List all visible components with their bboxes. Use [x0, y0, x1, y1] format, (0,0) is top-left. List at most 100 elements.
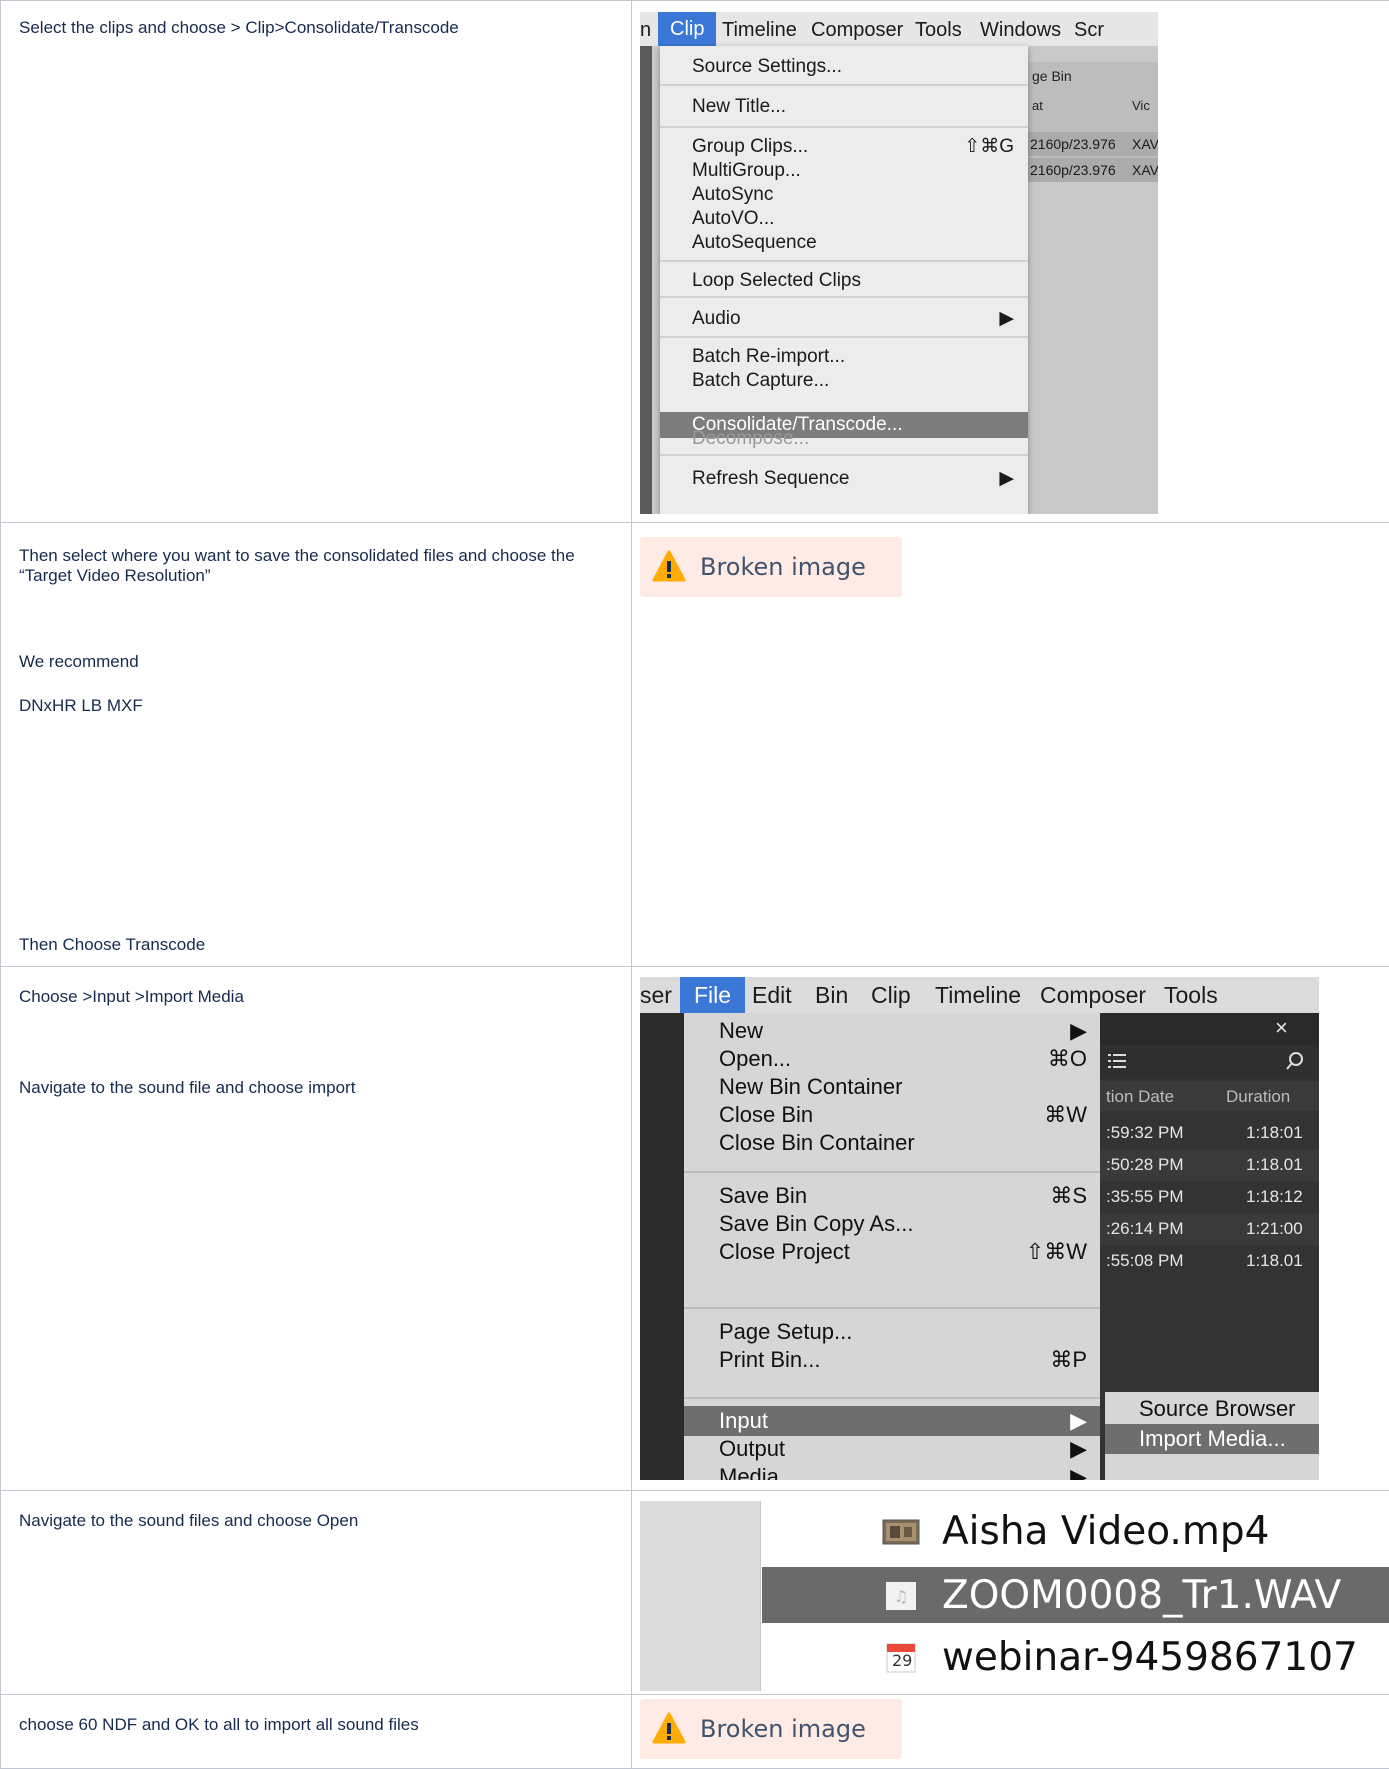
- bin-search-bar: [1100, 1045, 1319, 1079]
- menu-item-print-bin[interactable]: Print Bin...⌘P: [719, 1345, 1091, 1375]
- menu-item-batch-capture[interactable]: Batch Capture...: [692, 368, 1022, 394]
- menu-item-label: AutoSync: [692, 184, 773, 205]
- menu-item-save-bin-copy-as[interactable]: Save Bin Copy As...: [719, 1209, 1091, 1239]
- menu-item-close-bin-container[interactable]: Close Bin Container: [719, 1128, 1091, 1158]
- audio-file-icon: ♫: [882, 1581, 920, 1611]
- menu-bar-item-timeline[interactable]: Timeline: [722, 19, 797, 42]
- menu-item-source-browser[interactable]: Source Browser: [1139, 1394, 1296, 1424]
- menu-bar-item[interactable]: Scr: [1074, 19, 1104, 42]
- menu-bar-item[interactable]: n: [640, 19, 651, 42]
- menu-item-batch-reimport[interactable]: Batch Re-import...: [692, 344, 1022, 370]
- menu-separator: [660, 84, 1028, 86]
- submenu-arrow-icon: ▶: [999, 306, 1014, 332]
- step-text: Then Choose Transcode: [19, 935, 205, 955]
- bin-row[interactable]: :35:55 PM 1:18:12: [1100, 1181, 1319, 1213]
- list-view-icon[interactable]: [1108, 1053, 1126, 1069]
- menu-item-open[interactable]: Open...⌘O: [719, 1044, 1091, 1074]
- menu-separator: [660, 296, 1028, 298]
- file-row-selected[interactable]: ♫ ZOOM0008_Tr1.WAV: [762, 1567, 1389, 1623]
- bin-cell: 2160p/23.976: [1030, 162, 1116, 178]
- menu-item-autovo[interactable]: AutoVO...: [692, 206, 1022, 232]
- menu-item-autosync[interactable]: AutoSync: [692, 182, 1022, 208]
- menu-bar-item-tools[interactable]: Tools: [1164, 982, 1218, 1009]
- menu-item-label: Print Bin...: [719, 1347, 820, 1372]
- bin-cell: :59:32 PM: [1106, 1123, 1184, 1143]
- menu-separator: [660, 454, 1028, 456]
- bin-row[interactable]: :50:28 PM 1:18.01: [1100, 1149, 1319, 1181]
- menu-item-label: Source Settings...: [692, 56, 842, 77]
- menu-bar-item-clip[interactable]: Clip: [871, 982, 911, 1009]
- menu-item-save-bin[interactable]: Save Bin⌘S: [719, 1181, 1091, 1211]
- submenu-arrow-icon: ▶: [1070, 1016, 1087, 1046]
- menu-item-audio[interactable]: Audio▶: [692, 306, 1022, 332]
- menu-bar-item-timeline[interactable]: Timeline: [935, 982, 1021, 1009]
- bin-row[interactable]: 2160p/23.976 XAV: [1028, 158, 1158, 182]
- menu-item-label: AutoSequence: [692, 232, 817, 253]
- menu-item-refresh-sequence[interactable]: Refresh Sequence▶: [692, 466, 1022, 492]
- file-row[interactable]: Aisha Video.mp4: [762, 1503, 1389, 1559]
- calendar-file-icon: 29: [882, 1643, 920, 1673]
- menu-item-label: Output: [719, 1436, 785, 1461]
- instruction-cell: Choose >Input >Import Media Navigate to …: [1, 967, 632, 1491]
- column-header[interactable]: Duration: [1226, 1087, 1290, 1107]
- bin-header-row: tion Date Duration: [1100, 1081, 1319, 1111]
- menu-item-label: Save Bin Copy As...: [719, 1211, 913, 1236]
- step-text: Choose >Input >Import Media: [19, 987, 244, 1007]
- menu-bar-item[interactable]: ser: [640, 982, 672, 1009]
- menu-item-new-bin-container[interactable]: New Bin Container: [719, 1072, 1091, 1102]
- menu-item-source-settings[interactable]: Source Settings...: [692, 54, 1022, 80]
- menu-item-input[interactable]: Input▶: [719, 1406, 1091, 1436]
- menu-separator: [660, 126, 1028, 128]
- codec-text: DNxHR LB MXF: [19, 696, 143, 716]
- menu-item-label: New Bin Container: [719, 1074, 902, 1099]
- menu-item-label: Decompose...: [692, 428, 809, 449]
- menu-item-autosequence[interactable]: AutoSequence: [692, 230, 1022, 256]
- menu-bar-item-windows[interactable]: Windows: [980, 19, 1061, 42]
- search-icon[interactable]: [1285, 1051, 1305, 1071]
- bin-row[interactable]: :59:32 PM 1:18:01: [1100, 1117, 1319, 1149]
- menu-bar-item-edit[interactable]: Edit: [752, 982, 792, 1009]
- menu-item-label: Input: [719, 1408, 768, 1433]
- menu-item-label: Close Project: [719, 1239, 850, 1264]
- menu-bar-item-composer[interactable]: Composer: [1040, 982, 1146, 1009]
- bin-column-header: at: [1032, 98, 1043, 113]
- menu-bar: n Clip Timeline Composer Tools Windows S…: [640, 12, 1158, 46]
- broken-image-placeholder: Broken image: [640, 537, 902, 597]
- menu-item-decompose: Decompose...: [692, 426, 1022, 452]
- menu-item-close-project[interactable]: Close Project⇧⌘W: [719, 1237, 1091, 1267]
- file-menu-screenshot: × tion Date Duration :59:32 PM 1:18:01 :…: [640, 977, 1319, 1480]
- bin-row[interactable]: :55:08 PM 1:18.01: [1100, 1245, 1319, 1277]
- menu-bar-item-composer[interactable]: Composer: [811, 19, 903, 42]
- bin-row[interactable]: :26:14 PM 1:21:00: [1100, 1213, 1319, 1245]
- file-row[interactable]: 29 webinar-9459867107: [762, 1629, 1389, 1685]
- bin-cell: 1:18.01: [1246, 1251, 1303, 1271]
- menu-item-multigroup[interactable]: MultiGroup...: [692, 158, 1022, 184]
- menu-bar: ser File Edit Bin Clip Timeline Composer…: [640, 977, 1319, 1013]
- menu-item-page-setup[interactable]: Page Setup...: [719, 1317, 1091, 1347]
- menu-bar-item-clip[interactable]: Clip: [658, 12, 716, 46]
- menu-item-media[interactable]: Media▶: [719, 1462, 1091, 1480]
- instruction-cell: Then select where you want to save the c…: [1, 523, 632, 967]
- menu-item-output[interactable]: Output ▶: [719, 1434, 1091, 1464]
- menu-item-label: Save Bin: [719, 1183, 807, 1208]
- close-icon[interactable]: ×: [1275, 1015, 1288, 1041]
- menu-bar-item-file[interactable]: File: [680, 977, 745, 1013]
- column-header[interactable]: tion Date: [1106, 1087, 1174, 1107]
- menu-shortcut: ⇧⌘G: [964, 134, 1014, 160]
- bin-cell: 2160p/23.976: [1030, 136, 1116, 152]
- menu-item-new-title[interactable]: New Title...: [692, 94, 1022, 120]
- menu-item-label: Loop Selected Clips: [692, 270, 861, 291]
- bin-row[interactable]: 2160p/23.976 XAV: [1028, 132, 1158, 156]
- instruction-cell: Select the clips and choose > Clip>Conso…: [1, 1, 632, 523]
- menu-item-new[interactable]: New ▶: [719, 1016, 1091, 1046]
- menu-item-import-media[interactable]: Import Media...: [1139, 1424, 1286, 1454]
- bin-column-header: Vic: [1132, 98, 1150, 113]
- menu-bar-item-tools[interactable]: Tools: [915, 19, 962, 42]
- menu-item-loop-selected-clips[interactable]: Loop Selected Clips: [692, 268, 1022, 294]
- menu-bar-item-bin[interactable]: Bin: [815, 982, 848, 1009]
- menu-item-label: New: [719, 1018, 763, 1043]
- bin-cell: :55:08 PM: [1106, 1251, 1184, 1271]
- menu-item-close-bin[interactable]: Close Bin⌘W: [719, 1100, 1091, 1130]
- menu-item-group-clips[interactable]: Group Clips...⇧⌘G: [692, 134, 1022, 160]
- submenu-arrow-icon: ▶: [1070, 1434, 1087, 1464]
